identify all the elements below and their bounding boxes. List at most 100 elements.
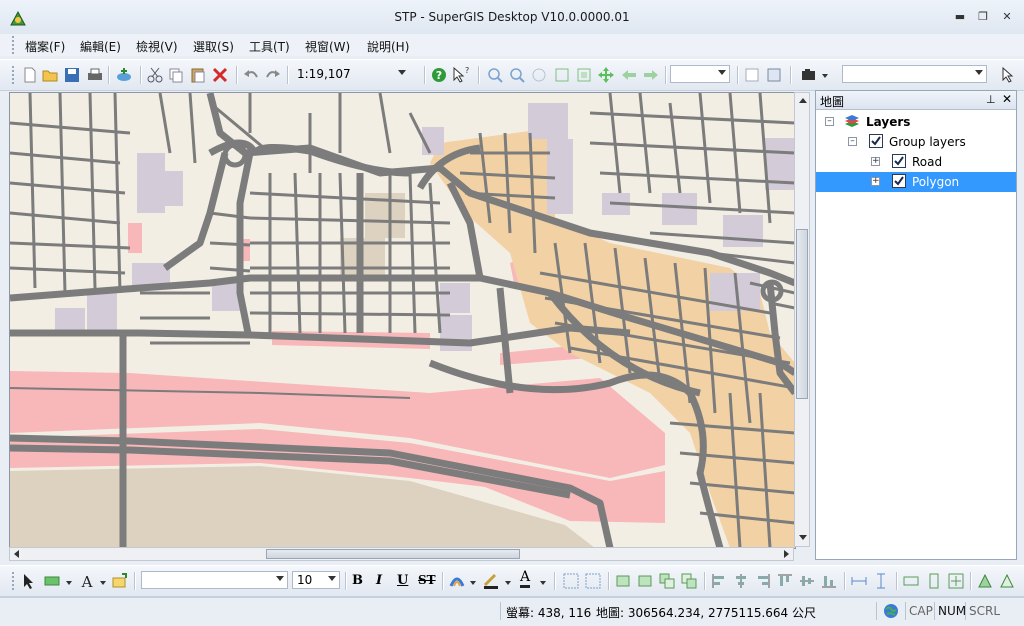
menu-grip[interactable] — [12, 36, 17, 54]
chevron-down-icon[interactable] — [505, 581, 511, 585]
zoom-out-icon[interactable] — [508, 66, 526, 84]
menu-edit[interactable]: 編輯(E) — [80, 38, 121, 55]
align-right-icon[interactable] — [754, 572, 772, 590]
toolbar-grip[interactable] — [12, 66, 17, 84]
line-color-icon[interactable] — [482, 572, 500, 590]
scroll-right-icon[interactable] — [784, 550, 789, 558]
print-icon[interactable] — [86, 66, 104, 84]
zoom-previous-icon[interactable] — [530, 66, 548, 84]
expand-icon[interactable]: + — [871, 177, 880, 186]
undo-icon[interactable] — [242, 66, 260, 84]
chevron-down-icon[interactable] — [540, 581, 546, 585]
align-top-icon[interactable] — [776, 572, 794, 590]
group-layers-checkbox[interactable] — [869, 134, 883, 148]
layer-combo[interactable] — [842, 65, 987, 83]
globe-icon[interactable] — [883, 603, 899, 619]
pan-icon[interactable] — [597, 66, 615, 84]
menu-view[interactable]: 檢視(V) — [136, 38, 178, 55]
pin-icon[interactable]: ⊥ — [986, 93, 996, 106]
toolbar-grip[interactable] — [12, 572, 17, 590]
close-button[interactable]: ✕ — [999, 10, 1015, 24]
scroll-down-icon[interactable] — [799, 535, 807, 540]
text-tool-icon[interactable]: A — [78, 572, 96, 590]
scroll-up-icon[interactable] — [799, 98, 807, 103]
bold-button[interactable]: B — [352, 573, 363, 588]
underline-button[interactable]: U — [397, 573, 408, 588]
same-width-icon[interactable] — [902, 572, 920, 590]
back-extent-icon[interactable] — [620, 66, 638, 84]
map-canvas[interactable] — [9, 92, 796, 549]
collapse-icon[interactable]: – — [848, 137, 857, 146]
menu-tools[interactable]: 工具(T) — [249, 38, 290, 55]
select-feature-icon[interactable] — [1000, 66, 1018, 84]
align-center-icon[interactable] — [732, 572, 750, 590]
whats-this-icon[interactable]: ? — [451, 66, 469, 84]
close-panel-icon[interactable]: ✕ — [1002, 92, 1012, 106]
font-size-combo[interactable]: 10 — [292, 571, 340, 589]
chevron-down-icon[interactable] — [100, 581, 106, 585]
expand-icon[interactable]: + — [871, 157, 880, 166]
paste-icon[interactable] — [189, 66, 207, 84]
chevron-down-icon[interactable] — [822, 74, 828, 78]
select-elements-icon[interactable] — [20, 572, 38, 590]
collapse-icon[interactable]: – — [825, 117, 834, 126]
send-to-back-icon[interactable] — [636, 572, 654, 590]
road-layer-checkbox[interactable] — [892, 154, 906, 168]
rotate-right-icon[interactable] — [998, 572, 1016, 590]
align-bottom-icon[interactable] — [820, 572, 838, 590]
save-icon[interactable] — [63, 66, 81, 84]
copy-icon[interactable] — [167, 66, 185, 84]
forward-extent-icon[interactable] — [642, 66, 660, 84]
tree-node-polygon[interactable]: + Polygon — [816, 172, 1016, 192]
send-backward-icon[interactable] — [680, 572, 698, 590]
same-height-icon[interactable] — [925, 572, 943, 590]
align-middle-icon[interactable] — [798, 572, 816, 590]
new-graphic-icon[interactable] — [110, 572, 128, 590]
tree-node-group-layers[interactable]: – Group layers — [816, 132, 1016, 152]
bring-to-front-icon[interactable] — [614, 572, 632, 590]
distribute-vertical-icon[interactable] — [872, 572, 890, 590]
chevron-down-icon[interactable] — [470, 581, 476, 585]
menu-help[interactable]: 說明(H) — [367, 38, 409, 55]
full-extent-icon[interactable] — [575, 66, 593, 84]
zoom-in-icon[interactable] — [486, 66, 504, 84]
rectangle-tool-icon[interactable] — [43, 572, 61, 590]
menu-file[interactable]: 檔案(F) — [25, 38, 65, 55]
open-folder-icon[interactable] — [41, 66, 59, 84]
ungroup-icon[interactable] — [584, 572, 602, 590]
chevron-down-icon[interactable] — [66, 581, 72, 585]
zoom-combo[interactable] — [670, 65, 730, 83]
layout-icon[interactable] — [765, 66, 783, 84]
vertical-scroll-thumb[interactable] — [796, 229, 808, 399]
distribute-horizontal-icon[interactable] — [850, 572, 868, 590]
cut-icon[interactable] — [146, 66, 164, 84]
map-scale-combo[interactable]: 1:19,107 — [292, 65, 410, 83]
menu-select[interactable]: 選取(S) — [193, 38, 234, 55]
redo-icon[interactable] — [264, 66, 282, 84]
italic-button[interactable]: I — [376, 573, 382, 588]
rotate-left-icon[interactable] — [976, 572, 994, 590]
minimize-button[interactable]: ▬ — [952, 10, 968, 24]
restore-button[interactable]: ❐ — [975, 10, 991, 24]
group-icon[interactable] — [562, 572, 580, 590]
tree-node-road[interactable]: + Road — [816, 152, 1016, 172]
horizontal-scroll-thumb[interactable] — [266, 549, 520, 559]
map-vertical-scrollbar[interactable] — [794, 92, 810, 547]
camera-icon[interactable] — [800, 66, 818, 84]
table-icon[interactable] — [743, 66, 761, 84]
menu-window[interactable]: 視窗(W) — [305, 38, 350, 55]
scroll-left-icon[interactable] — [14, 550, 19, 558]
same-size-icon[interactable] — [947, 572, 965, 590]
font-family-combo[interactable] — [141, 571, 288, 589]
new-document-icon[interactable] — [21, 66, 39, 84]
add-data-icon[interactable] — [115, 66, 133, 84]
strikethrough-button[interactable]: ST — [418, 573, 436, 587]
fill-color-icon[interactable] — [448, 572, 466, 590]
tree-node-layers[interactable]: – Layers — [816, 112, 1016, 132]
align-left-icon[interactable] — [710, 572, 728, 590]
help-icon[interactable]: ? — [430, 66, 448, 84]
bring-forward-icon[interactable] — [658, 572, 676, 590]
polygon-layer-checkbox[interactable] — [892, 174, 906, 188]
font-color-button[interactable]: A — [520, 570, 531, 588]
map-horizontal-scrollbar[interactable] — [9, 547, 794, 561]
